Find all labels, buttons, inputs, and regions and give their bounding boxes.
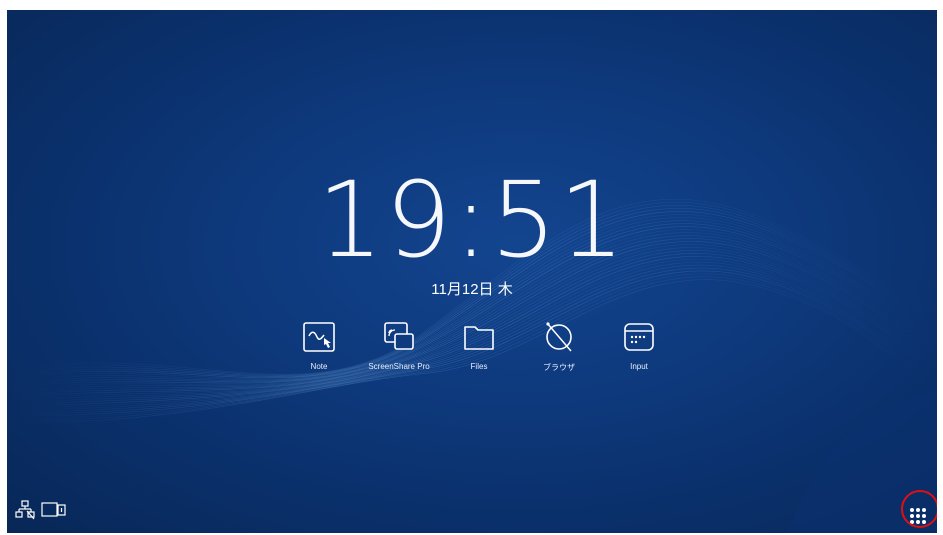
highlight-ring	[901, 490, 937, 528]
screenshare-icon	[384, 322, 414, 350]
app-label: Note	[310, 362, 328, 371]
app-note[interactable]: Note	[279, 320, 359, 371]
note-icon	[303, 322, 335, 352]
app-screenshare-pro[interactable]: ScreenShare Pro	[359, 320, 439, 371]
app-dock: Note ScreenShare Pro Files ブラウザ Input	[279, 320, 679, 390]
clock-date: 11月12日 木	[431, 281, 513, 298]
app-browser[interactable]: ブラウザ	[519, 320, 599, 373]
app-input[interactable]: Input	[599, 320, 679, 371]
app-label: Files	[470, 362, 488, 371]
app-label: Input	[630, 362, 648, 371]
display-signal-icon[interactable]	[41, 500, 67, 520]
network-disconnected-icon[interactable]	[15, 500, 35, 520]
browser-icon	[546, 322, 572, 352]
app-files[interactable]: Files	[439, 320, 519, 371]
app-label: ブラウザ	[543, 363, 575, 372]
input-icon	[624, 323, 654, 351]
clock-time: 19:51	[317, 159, 627, 281]
folder-icon	[464, 326, 494, 350]
home-screen: 19:51 11月12日 木 Note ScreenShare Pro File…	[7, 10, 937, 533]
app-label: ScreenShare Pro	[368, 362, 430, 371]
